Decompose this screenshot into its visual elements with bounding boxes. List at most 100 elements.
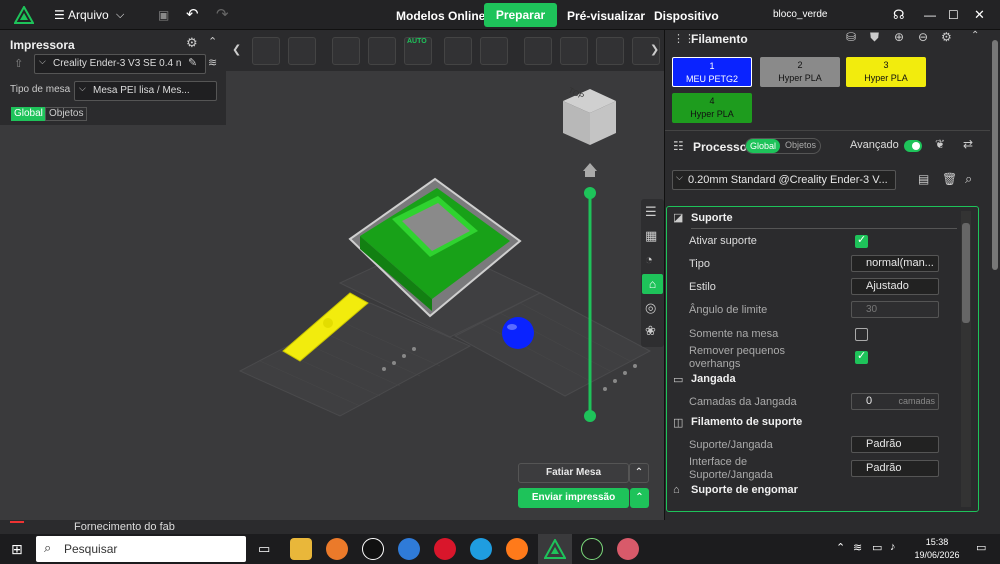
app-icon[interactable]: [581, 538, 603, 560]
undo-icon[interactable]: ↶: [186, 0, 199, 30]
collapse-icon[interactable]: ⌃: [971, 30, 979, 41]
nozzle-icon[interactable]: ⛊: [870, 30, 879, 45]
tab-preview[interactable]: Pré-visualizar: [567, 6, 645, 26]
layers-icon[interactable]: ☰: [645, 204, 657, 220]
clock-time[interactable]: 15:38: [920, 537, 954, 547]
taskbar-search[interactable]: ⌕ Pesquisar: [36, 536, 246, 562]
process-profile-select[interactable]: 0.20mm Standard @Creality Ender-3 V...: [672, 170, 896, 190]
build-plate-scene[interactable]: [0, 71, 664, 520]
filament-card-2[interactable]: 2 Hyper PLA: [760, 57, 840, 87]
gear-icon[interactable]: ⚙: [941, 30, 952, 44]
view-tools-strip: ☰ ▦ ◔ ⌂ ◎ ❀: [641, 199, 664, 347]
tab-device[interactable]: Dispositivo: [654, 6, 719, 26]
support-raft-select[interactable]: Padrão: [851, 436, 939, 453]
remove-icon[interactable]: ⊖: [918, 30, 928, 44]
send-options-chevron-icon[interactable]: ⌃: [630, 488, 649, 508]
sync-icon[interactable]: ⛁: [846, 30, 856, 44]
process-scope-global[interactable]: Global: [746, 139, 781, 153]
opera-icon[interactable]: [434, 538, 456, 560]
save-icon[interactable]: ▣: [158, 0, 169, 30]
tab-online-models[interactable]: Modelos Online: [396, 6, 485, 26]
scale-icon[interactable]: [596, 37, 624, 65]
collapse-icon[interactable]: ⌃: [208, 35, 217, 48]
remove-small-overhangs-checkbox[interactable]: [855, 349, 868, 364]
settings-scrollbar[interactable]: [961, 211, 971, 507]
tab-prepare[interactable]: Preparar: [484, 3, 557, 27]
threshold-angle-input[interactable]: 30: [851, 301, 939, 318]
chevron-down-icon: ⌵: [79, 83, 86, 93]
chevron-down-icon[interactable]: ⌵: [116, 0, 124, 30]
raft-layers-input[interactable]: 0 camadas: [851, 393, 939, 410]
show-hidden-icons-icon[interactable]: ⌃: [836, 541, 845, 554]
maximize-icon[interactable]: ☐: [948, 0, 959, 30]
support-type-select[interactable]: normal(man...: [851, 255, 939, 272]
save-profile-icon[interactable]: ▤: [918, 172, 929, 186]
support-style-select[interactable]: Ajustado: [851, 278, 939, 295]
panel-scrollbar[interactable]: [990, 30, 1000, 520]
rotate-icon[interactable]: [560, 37, 588, 65]
edge-icon[interactable]: [470, 538, 492, 560]
unreal-icon[interactable]: [362, 538, 384, 560]
arrange-icon[interactable]: ❀: [645, 323, 656, 339]
add-plate-icon[interactable]: [288, 37, 316, 65]
blender-icon[interactable]: [326, 538, 348, 560]
close-icon[interactable]: ✕: [974, 0, 985, 30]
firefox-icon[interactable]: [506, 538, 528, 560]
material-settings-icon[interactable]: ❦: [935, 137, 945, 151]
support-icon[interactable]: ☊: [893, 0, 905, 30]
orient-icon[interactable]: [332, 37, 360, 65]
support-interface-select[interactable]: Padrão: [851, 460, 939, 477]
minimize-icon[interactable]: —: [924, 0, 936, 30]
add-cube-icon[interactable]: [252, 37, 280, 65]
3d-viewport[interactable]: TOP ☰ ▦ ◔ ⌂ ◎ ❀ Fatiar Mesa ⌃ Enviar imp…: [0, 71, 664, 520]
wifi-icon[interactable]: ≋: [208, 56, 217, 69]
speed-icon[interactable]: ◔: [645, 252, 653, 267]
advanced-toggle[interactable]: [904, 140, 922, 152]
send-print-button[interactable]: Enviar impressão: [518, 488, 629, 508]
clock-date[interactable]: 19/06/2026: [914, 550, 960, 560]
compare-icon[interactable]: ⇄: [963, 137, 973, 151]
windows-start-icon[interactable]: ⊞: [11, 541, 23, 558]
creality-print-icon[interactable]: [544, 539, 566, 559]
auto-orient-icon[interactable]: AUTO: [404, 37, 432, 65]
scope-global-toggle[interactable]: Global: [11, 107, 46, 121]
slice-plate-button[interactable]: Fatiar Mesa: [518, 463, 629, 483]
move-icon[interactable]: [524, 37, 552, 65]
filament-card-4[interactable]: 4 Hyper PLA: [672, 93, 752, 123]
hamburger-icon[interactable]: ☰: [54, 0, 65, 30]
app-icon[interactable]: [617, 538, 639, 560]
add-icon[interactable]: ⊕: [894, 30, 904, 44]
bed-type-select[interactable]: Mesa PEI lisa / Mes...: [74, 81, 217, 101]
wps-icon[interactable]: [398, 538, 420, 560]
arrange-tool-icon[interactable]: [368, 37, 396, 65]
file-explorer-icon[interactable]: [290, 538, 312, 560]
split-icon[interactable]: [444, 37, 472, 65]
expand-right-icon[interactable]: ❯: [650, 43, 659, 56]
notifications-icon[interactable]: ▭: [976, 541, 986, 554]
menu-file[interactable]: Arquivo: [68, 0, 109, 30]
filament-card-1[interactable]: 1 MEU PETG2: [672, 57, 752, 87]
enable-support-checkbox[interactable]: [855, 233, 868, 248]
wifi-icon[interactable]: ≋: [853, 541, 862, 554]
support-paint-icon[interactable]: ⌂: [642, 274, 663, 294]
only-on-bed-checkbox[interactable]: [855, 328, 868, 341]
printer-select[interactable]: Creality Ender-3 V3 SE 0.4 n: [34, 54, 206, 74]
task-view-icon[interactable]: ▭: [258, 541, 270, 557]
grid-icon[interactable]: ▦: [645, 228, 657, 244]
battery-icon[interactable]: ▭: [872, 541, 882, 554]
redo-icon[interactable]: ↷: [216, 0, 229, 30]
volume-icon[interactable]: ♪: [890, 541, 896, 553]
scope-objects-toggle[interactable]: Objetos: [45, 107, 88, 121]
target-icon[interactable]: ◎: [645, 300, 656, 316]
edit-icon[interactable]: ✎: [188, 56, 197, 69]
slice-options-chevron-icon[interactable]: ⌃: [629, 463, 649, 483]
flatten-icon[interactable]: [480, 37, 508, 65]
process-scope-objects[interactable]: Objetos: [785, 140, 816, 150]
collapse-left-icon[interactable]: ❮: [232, 43, 241, 56]
panel-scrollbar-thumb[interactable]: [992, 40, 998, 270]
search-icon[interactable]: ⌕: [965, 171, 972, 187]
scrollbar-thumb[interactable]: [962, 223, 970, 323]
delete-icon[interactable]: 🗑: [942, 172, 957, 186]
filament-card-3[interactable]: 3 Hyper PLA: [846, 57, 926, 87]
gear-icon[interactable]: ⚙: [186, 35, 198, 51]
